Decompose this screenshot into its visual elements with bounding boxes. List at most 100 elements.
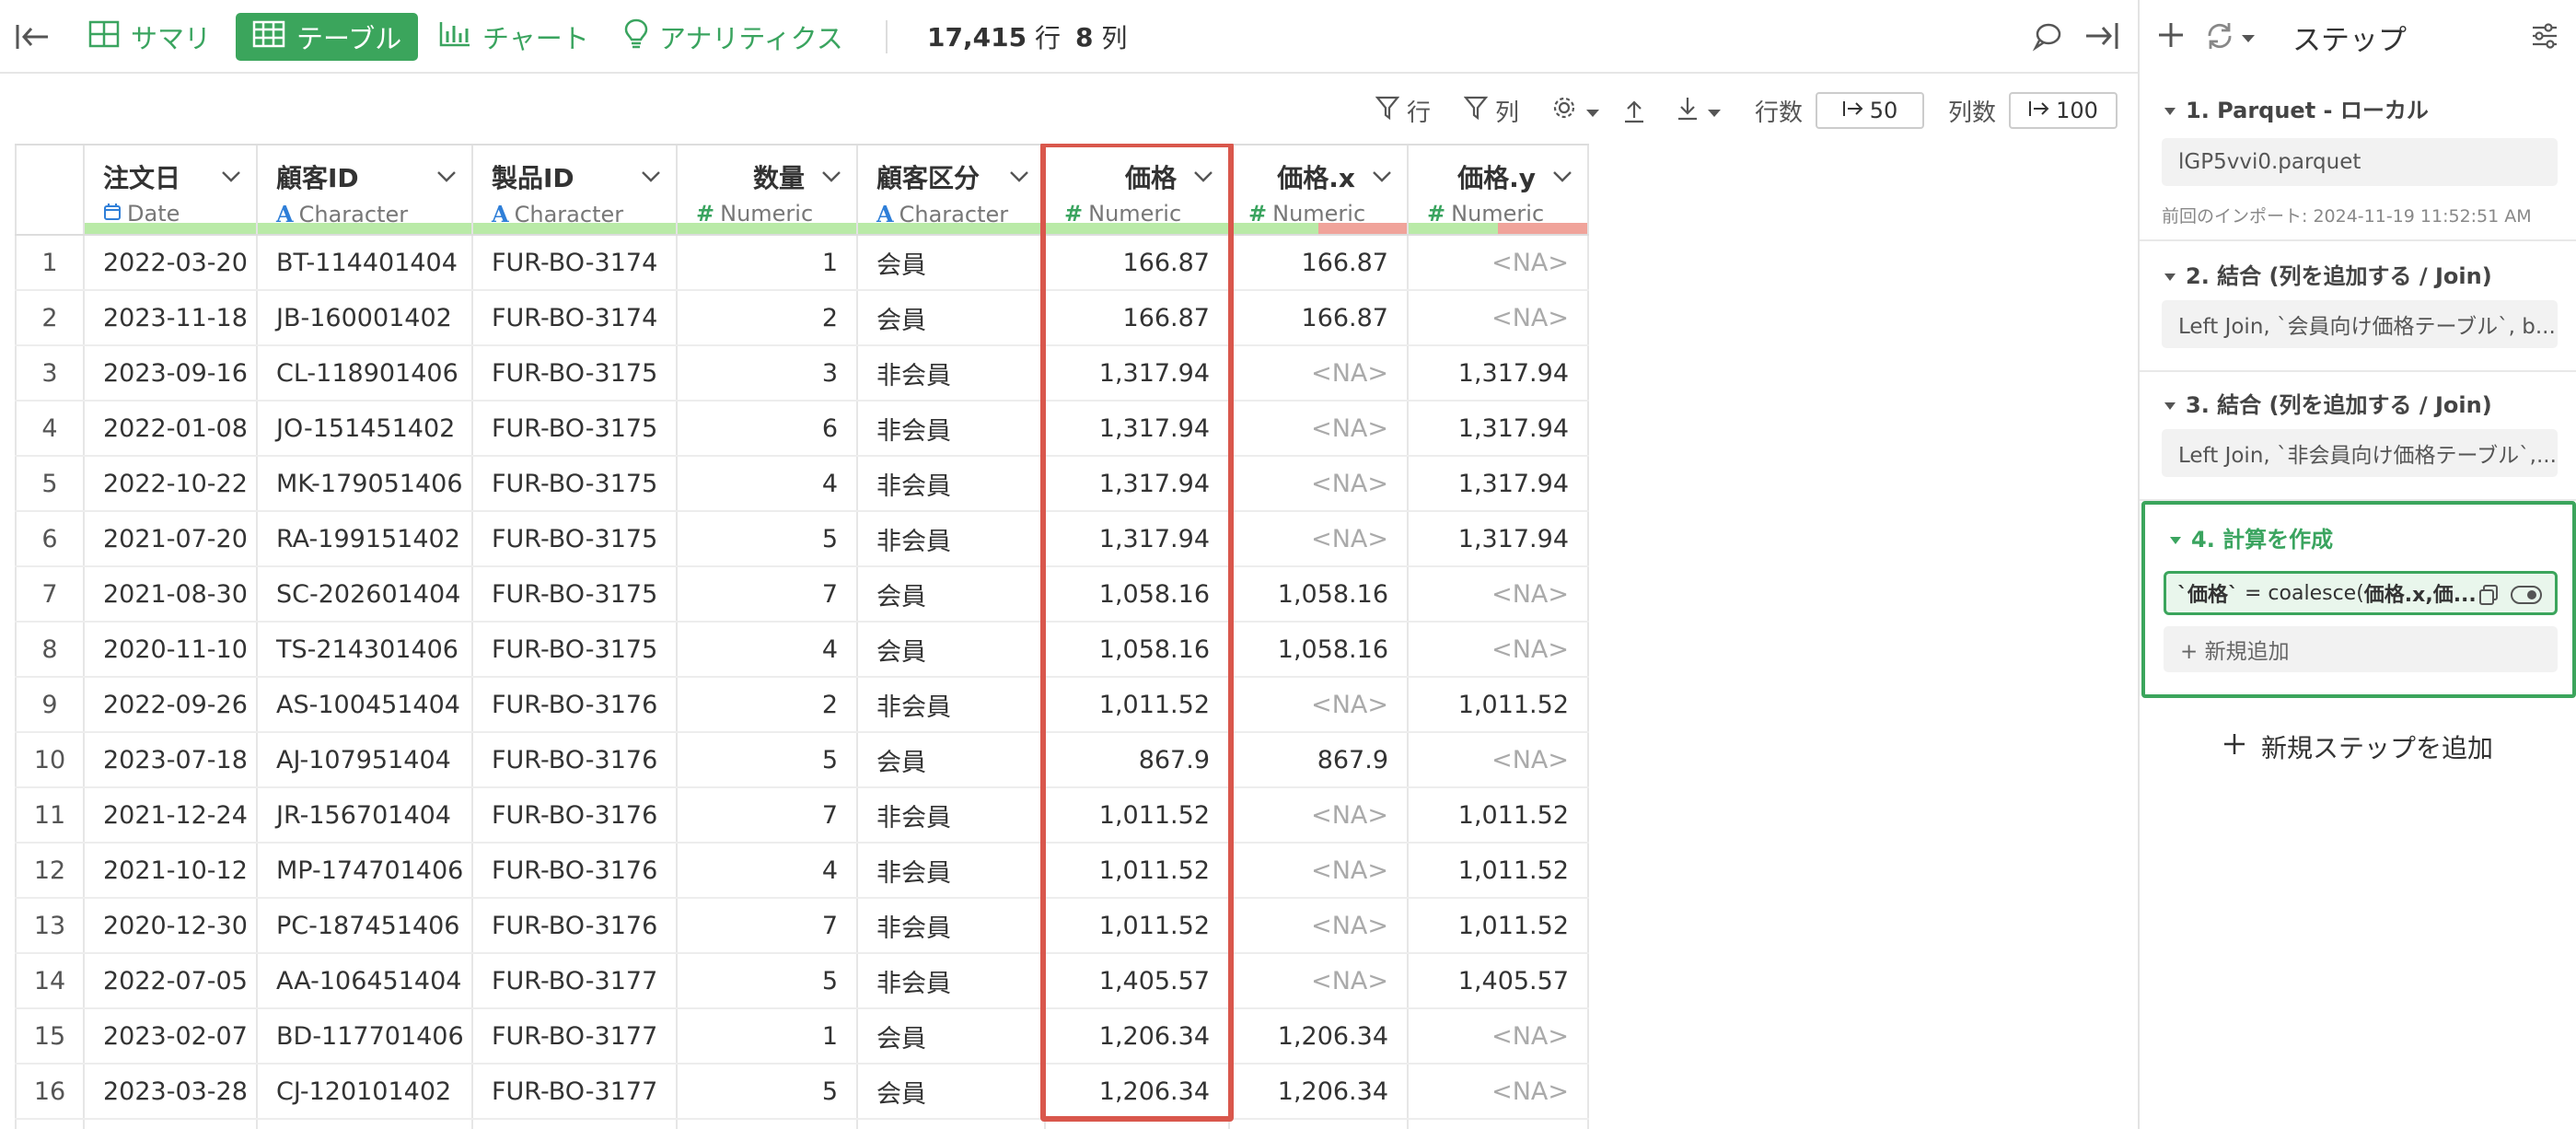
comment-icon[interactable] bbox=[2031, 20, 2068, 53]
table-cell[interactable]: 1,206.34 bbox=[1230, 1009, 1409, 1063]
table-cell[interactable]: FUR-BO-3177 bbox=[473, 1065, 678, 1118]
table-cell[interactable]: BT-114401404 bbox=[258, 236, 473, 289]
table-row[interactable]: 5 2022-10-22 MK-179051406 FUR-BO-3175 4 非会員 1,… bbox=[15, 457, 1589, 512]
refresh-dropdown-button[interactable] bbox=[2204, 20, 2256, 55]
table-cell[interactable]: 1,206.34 bbox=[1046, 1009, 1230, 1063]
download-dropdown-button[interactable] bbox=[1676, 92, 1722, 129]
table-row[interactable]: 8 2020-11-10 TS-214301406 FUR-BO-3175 4 会員 1,0… bbox=[15, 623, 1589, 678]
table-cell[interactable]: 非会員 bbox=[858, 402, 1046, 455]
table-cell[interactable]: 非会員 bbox=[858, 678, 1046, 731]
table-cell[interactable]: 2021-10-12 bbox=[85, 844, 258, 897]
table-cell[interactable]: 1,317.94 bbox=[1046, 402, 1230, 455]
step-1-title[interactable]: 1. Parquet - ローカル bbox=[2164, 92, 2429, 124]
table-cell[interactable]: <NA> bbox=[1230, 678, 1409, 731]
table-cell[interactable]: 166.87 bbox=[1230, 236, 1409, 289]
tab-chart[interactable]: チャート bbox=[422, 13, 606, 61]
table-cell[interactable]: SC-202601404 bbox=[258, 567, 473, 621]
table-cell[interactable]: CL-118901406 bbox=[258, 346, 473, 400]
table-row[interactable]: 2 2023-11-18 JB-160001402 FUR-BO-3174 2 会員 166… bbox=[15, 291, 1589, 346]
table-cell[interactable]: <NA> bbox=[1230, 844, 1409, 897]
table-row[interactable]: 13 2020-12-30 PC-187451406 FUR-BO-3176 7 非会員 1… bbox=[15, 899, 1589, 954]
table-cell[interactable]: 166.87 bbox=[1046, 236, 1230, 289]
table-cell[interactable] bbox=[473, 1120, 678, 1129]
table-cell[interactable]: TS-214301406 bbox=[258, 623, 473, 676]
table-cell[interactable]: 3 bbox=[678, 346, 858, 400]
table-cell[interactable]: 非会員 bbox=[858, 457, 1046, 510]
table-cell[interactable]: 1,058.16 bbox=[1046, 623, 1230, 676]
table-row[interactable]: 6 2021-07-20 RA-199151402 FUR-BO-3175 5 非会員 1,… bbox=[15, 512, 1589, 567]
table-cell[interactable]: 166.87 bbox=[1230, 291, 1409, 344]
table-cell[interactable]: FUR-BO-3176 bbox=[473, 733, 678, 786]
table-cell[interactable]: 2022-07-05 bbox=[85, 954, 258, 1007]
table-cell[interactable]: RA-199151402 bbox=[258, 512, 473, 565]
table-cell[interactable]: FUR-BO-3175 bbox=[473, 623, 678, 676]
table-cell[interactable]: 会員 bbox=[858, 1065, 1046, 1118]
table-cell[interactable]: <NA> bbox=[1230, 899, 1409, 952]
copy-icon[interactable] bbox=[2477, 584, 2500, 611]
table-cell[interactable]: 会員 bbox=[858, 236, 1046, 289]
table-cell[interactable]: <NA> bbox=[1230, 402, 1409, 455]
table-cell[interactable]: 2023-09-16 bbox=[85, 346, 258, 400]
rows-count-input[interactable]: 50 bbox=[1816, 92, 1924, 129]
table-cell[interactable]: 6 bbox=[678, 402, 858, 455]
table-cell[interactable]: FUR-BO-3177 bbox=[473, 1009, 678, 1063]
table-cell[interactable]: <NA> bbox=[1230, 512, 1409, 565]
chevron-down-icon[interactable] bbox=[436, 169, 457, 182]
toggle-visibility-icon[interactable] bbox=[2511, 586, 2542, 610]
table-cell[interactable]: 非会員 bbox=[858, 788, 1046, 842]
table-cell[interactable]: AJ-107951404 bbox=[258, 733, 473, 786]
table-cell[interactable] bbox=[678, 1120, 858, 1129]
table-cell[interactable]: <NA> bbox=[1230, 457, 1409, 510]
table-cell[interactable]: 2020-11-10 bbox=[85, 623, 258, 676]
table-cell[interactable]: FUR-BO-3174 bbox=[473, 236, 678, 289]
table-cell[interactable]: 2023-11-18 bbox=[85, 291, 258, 344]
table-cell[interactable]: 1,317.94 bbox=[1046, 457, 1230, 510]
tab-table[interactable]: テーブル bbox=[236, 13, 419, 61]
step-3-title[interactable]: 3. 結合 (列を追加する / Join) bbox=[2164, 387, 2492, 419]
calculation-row[interactable]: `価格` = coalesce( 価格.x,価... bbox=[2164, 571, 2558, 615]
row-filter-button[interactable]: 行 bbox=[1375, 92, 1431, 129]
table-cell[interactable]: 7 bbox=[678, 899, 858, 952]
table-cell[interactable]: <NA> bbox=[1230, 346, 1409, 400]
table-cell[interactable]: 5 bbox=[678, 1065, 858, 1118]
table-cell[interactable]: 非会員 bbox=[858, 954, 1046, 1007]
table-row[interactable] bbox=[15, 1120, 1589, 1129]
table-cell[interactable]: 1 bbox=[678, 1009, 858, 1063]
table-cell[interactable]: FUR-BO-3176 bbox=[473, 788, 678, 842]
table-cell[interactable]: 会員 bbox=[858, 733, 1046, 786]
table-cell[interactable]: 1,317.94 bbox=[1409, 402, 1589, 455]
settings-dropdown-button[interactable] bbox=[1550, 92, 1600, 129]
chevron-down-icon[interactable] bbox=[221, 169, 241, 182]
table-cell[interactable]: 2022-01-08 bbox=[85, 402, 258, 455]
column-header[interactable]: 注文日 Date bbox=[85, 145, 258, 234]
step-4-title[interactable]: 4. 計算を作成 bbox=[2169, 521, 2333, 553]
plus-icon[interactable] bbox=[2156, 20, 2186, 53]
table-cell[interactable]: 2021-12-24 bbox=[85, 788, 258, 842]
step-1-detail[interactable]: lGP5vvi0.parquet bbox=[2162, 138, 2558, 186]
tab-summary[interactable]: サマリ bbox=[72, 13, 227, 61]
table-cell[interactable]: 4 bbox=[678, 623, 858, 676]
table-cell[interactable]: 会員 bbox=[858, 291, 1046, 344]
table-cell[interactable]: 1,011.52 bbox=[1409, 844, 1589, 897]
chevron-down-icon[interactable] bbox=[641, 169, 661, 182]
table-cell[interactable]: 1,058.16 bbox=[1046, 567, 1230, 621]
add-new-calculation-button[interactable]: + 新規追加 bbox=[2164, 626, 2558, 672]
table-cell[interactable]: FUR-BO-3175 bbox=[473, 457, 678, 510]
table-cell[interactable]: 2023-02-07 bbox=[85, 1009, 258, 1063]
column-header[interactable]: 価格.x # Numeric bbox=[1230, 145, 1409, 234]
table-cell[interactable]: 非会員 bbox=[858, 512, 1046, 565]
chevron-down-icon[interactable] bbox=[1009, 169, 1029, 182]
table-cell[interactable]: 2 bbox=[678, 291, 858, 344]
table-row[interactable]: 4 2022-01-08 JO-151451402 FUR-BO-3175 6 非会員 1,… bbox=[15, 402, 1589, 457]
table-cell[interactable]: <NA> bbox=[1409, 1065, 1589, 1118]
table-cell[interactable]: FUR-BO-3174 bbox=[473, 291, 678, 344]
table-cell[interactable]: 2022-09-26 bbox=[85, 678, 258, 731]
table-cell[interactable]: 4 bbox=[678, 457, 858, 510]
table-cell[interactable]: 1,405.57 bbox=[1409, 954, 1589, 1007]
step-4[interactable]: 4. 計算を作成 `価格` = coalesce( 価格.x,価... + 新規… bbox=[2141, 501, 2576, 698]
table-row[interactable]: 10 2023-07-18 AJ-107951404 FUR-BO-3176 5 会員 86… bbox=[15, 733, 1589, 788]
column-header[interactable]: 数量 # Numeric bbox=[678, 145, 858, 234]
table-cell[interactable]: 1,011.52 bbox=[1046, 844, 1230, 897]
step-1[interactable]: 1. Parquet - ローカル lGP5vvi0.parquet 前回のイン… bbox=[2140, 74, 2576, 241]
table-cell[interactable]: 867.9 bbox=[1046, 733, 1230, 786]
